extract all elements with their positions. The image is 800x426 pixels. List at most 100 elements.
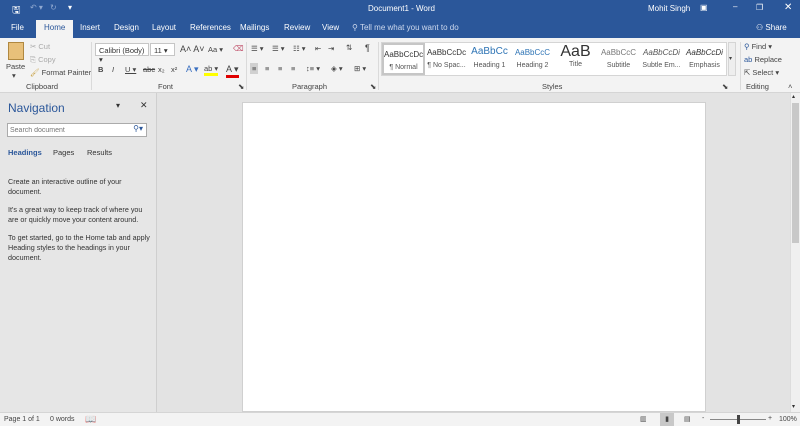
tab-results[interactable]: Results — [87, 148, 112, 157]
paste-dropdown-icon[interactable]: ▾ — [12, 71, 16, 80]
font-color-icon[interactable]: A ▾ — [226, 64, 239, 78]
tab-headings[interactable]: Headings — [8, 148, 42, 157]
change-case-button[interactable]: Aa ▾ — [208, 45, 223, 54]
cut-button[interactable]: ✂ Cut — [30, 42, 50, 51]
italic-button[interactable]: I — [112, 65, 114, 74]
increase-indent-icon[interactable]: ⇥ — [328, 44, 334, 53]
style-normal[interactable]: AaBbCcDc ¶ Normal — [382, 43, 425, 75]
styles-scroll-more[interactable]: ▾ — [728, 42, 736, 76]
close-pane-icon[interactable]: ✕ — [140, 100, 148, 111]
font-name-select[interactable]: Calibri (Body) ▾ — [95, 43, 149, 64]
proofing-icon[interactable]: 📖 — [85, 414, 96, 425]
web-layout-icon[interactable]: ▤ — [684, 415, 691, 423]
read-mode-icon[interactable]: ▥ — [640, 415, 647, 423]
undo-icon[interactable]: ↶ ▾ — [30, 3, 43, 12]
collapse-ribbon-icon[interactable]: ˄ — [788, 82, 792, 91]
search-icon: ⚲ — [744, 42, 750, 51]
search-document-input[interactable] — [8, 124, 123, 136]
person-icon: ⚇ — [756, 23, 766, 32]
text-effects-icon[interactable]: A ▾ — [186, 64, 199, 75]
zoom-slider[interactable] — [710, 415, 766, 424]
format-painter-button[interactable]: 🖌 Format Painter — [30, 68, 91, 77]
minimize-icon[interactable]: – — [733, 2, 737, 11]
search-document-field[interactable]: ⚲▾ — [7, 123, 147, 137]
justify-icon[interactable]: ≡ — [291, 64, 295, 73]
close-icon[interactable]: ✕ — [784, 2, 792, 13]
bullets-icon[interactable]: ☰ ▾ — [251, 44, 264, 53]
tell-me-search[interactable]: ⚲ Tell me what you want to do — [352, 23, 459, 32]
tab-insert[interactable]: Insert — [80, 23, 100, 32]
show-marks-icon[interactable]: ¶ — [365, 43, 370, 53]
select-button[interactable]: ⇱ Select ▾ — [744, 68, 779, 77]
zoom-level[interactable]: 100% — [779, 416, 797, 423]
restore-icon[interactable]: ❐ — [756, 3, 763, 12]
grow-font-icon[interactable]: A˄ A˅ — [180, 44, 205, 54]
scroll-up-icon[interactable]: ▴ — [792, 93, 795, 100]
customize-toolbar-icon[interactable]: ▾ — [68, 3, 72, 12]
word-count[interactable]: 0 words — [50, 416, 75, 423]
tab-mailings[interactable]: Mailings — [240, 23, 269, 32]
style-no-spacing[interactable]: AaBbCcDc ¶ No Spac... — [425, 43, 468, 75]
highlight-icon[interactable]: ab ▾ — [204, 64, 219, 76]
paste-button[interactable]: Paste — [6, 62, 25, 71]
tab-review[interactable]: Review — [284, 23, 310, 32]
ribbon: Paste ▾ ✂ Cut ⎘ Copy 🖌 Format Painter Cl… — [0, 38, 800, 93]
font-size-select[interactable]: 11 ▾ — [150, 43, 175, 56]
style-heading-2[interactable]: AaBbCcC Heading 2 — [511, 43, 554, 75]
strikethrough-button[interactable]: abc — [143, 65, 155, 74]
copy-button[interactable]: ⎘ Copy — [30, 55, 56, 65]
style-heading-1[interactable]: AaBbCc Heading 1 — [468, 43, 511, 75]
tab-view[interactable]: View — [322, 23, 339, 32]
search-icon[interactable]: ⚲▾ — [133, 124, 143, 133]
clear-formatting-icon[interactable]: ⌫ — [233, 44, 244, 53]
font-group-label: Font — [158, 82, 174, 91]
numbering-icon[interactable]: ☰ ▾ — [272, 44, 285, 53]
superscript-button[interactable]: x² — [171, 65, 177, 74]
paragraph-group-label: Paragraph — [292, 82, 328, 91]
scroll-down-icon[interactable]: ▾ — [792, 403, 795, 410]
align-right-icon[interactable]: ≡ — [278, 64, 282, 73]
print-layout-icon[interactable]: ▮ — [660, 413, 674, 426]
multilevel-list-icon[interactable]: ☷ ▾ — [293, 44, 306, 53]
underline-button[interactable]: U ▾ — [125, 65, 136, 74]
style-subtitle[interactable]: AaBbCcC Subtitle — [597, 43, 640, 75]
tab-references[interactable]: References — [190, 23, 231, 32]
shading-icon[interactable]: ◈ ▾ — [331, 64, 343, 73]
tab-file[interactable]: File — [11, 23, 24, 32]
borders-icon[interactable]: ⊞ ▾ — [354, 64, 366, 73]
page-count[interactable]: Page 1 of 1 — [4, 416, 40, 423]
find-button[interactable]: ⚲ Find ▾ — [744, 42, 772, 51]
decrease-indent-icon[interactable]: ⇤ — [315, 44, 321, 53]
redo-icon[interactable]: ↻ — [50, 3, 57, 12]
tab-layout[interactable]: Layout — [152, 23, 176, 32]
align-center-icon[interactable]: ≡ — [265, 64, 269, 73]
sort-icon[interactable]: ⇅ — [346, 43, 352, 52]
styles-launcher-icon[interactable]: ⬊ — [722, 82, 728, 91]
tab-home[interactable]: Home — [36, 20, 74, 38]
ribbon-display-icon[interactable]: ▣ — [700, 3, 708, 12]
style-title[interactable]: AaB Title — [554, 43, 597, 75]
ribbon-tabs: File Home Insert Design Layout Reference… — [0, 18, 800, 38]
vertical-scrollbar[interactable]: ▴ ▾ — [790, 93, 800, 412]
zoom-in-icon[interactable]: + — [768, 415, 772, 422]
zoom-slider-thumb[interactable] — [737, 415, 740, 424]
scrollbar-thumb[interactable] — [792, 103, 799, 243]
subscript-button[interactable]: x₂ — [158, 65, 165, 74]
font-launcher-icon[interactable]: ⬊ — [238, 82, 244, 91]
style-emphasis[interactable]: AaBbCcDi Emphasis — [683, 43, 726, 75]
share-button[interactable]: ⚇ Share — [756, 23, 787, 32]
pane-options-icon[interactable]: ▾ — [116, 101, 120, 110]
line-spacing-icon[interactable]: ↕≡ ▾ — [306, 64, 320, 73]
navigation-title: Navigation — [8, 101, 65, 115]
style-subtle-emphasis[interactable]: AaBbCcDi Subtle Em... — [640, 43, 683, 75]
bold-button[interactable]: B — [98, 65, 103, 74]
align-left-icon[interactable]: ≡ — [250, 63, 259, 74]
tab-pages[interactable]: Pages — [53, 148, 74, 157]
paragraph-launcher-icon[interactable]: ⬊ — [370, 82, 376, 91]
document-page[interactable] — [242, 102, 706, 412]
paste-icon[interactable] — [8, 42, 24, 60]
tab-design[interactable]: Design — [114, 23, 139, 32]
user-name[interactable]: Mohit Singh — [648, 4, 690, 13]
replace-button[interactable]: ab Replace — [744, 55, 782, 64]
zoom-out-icon[interactable]: - — [702, 415, 704, 422]
